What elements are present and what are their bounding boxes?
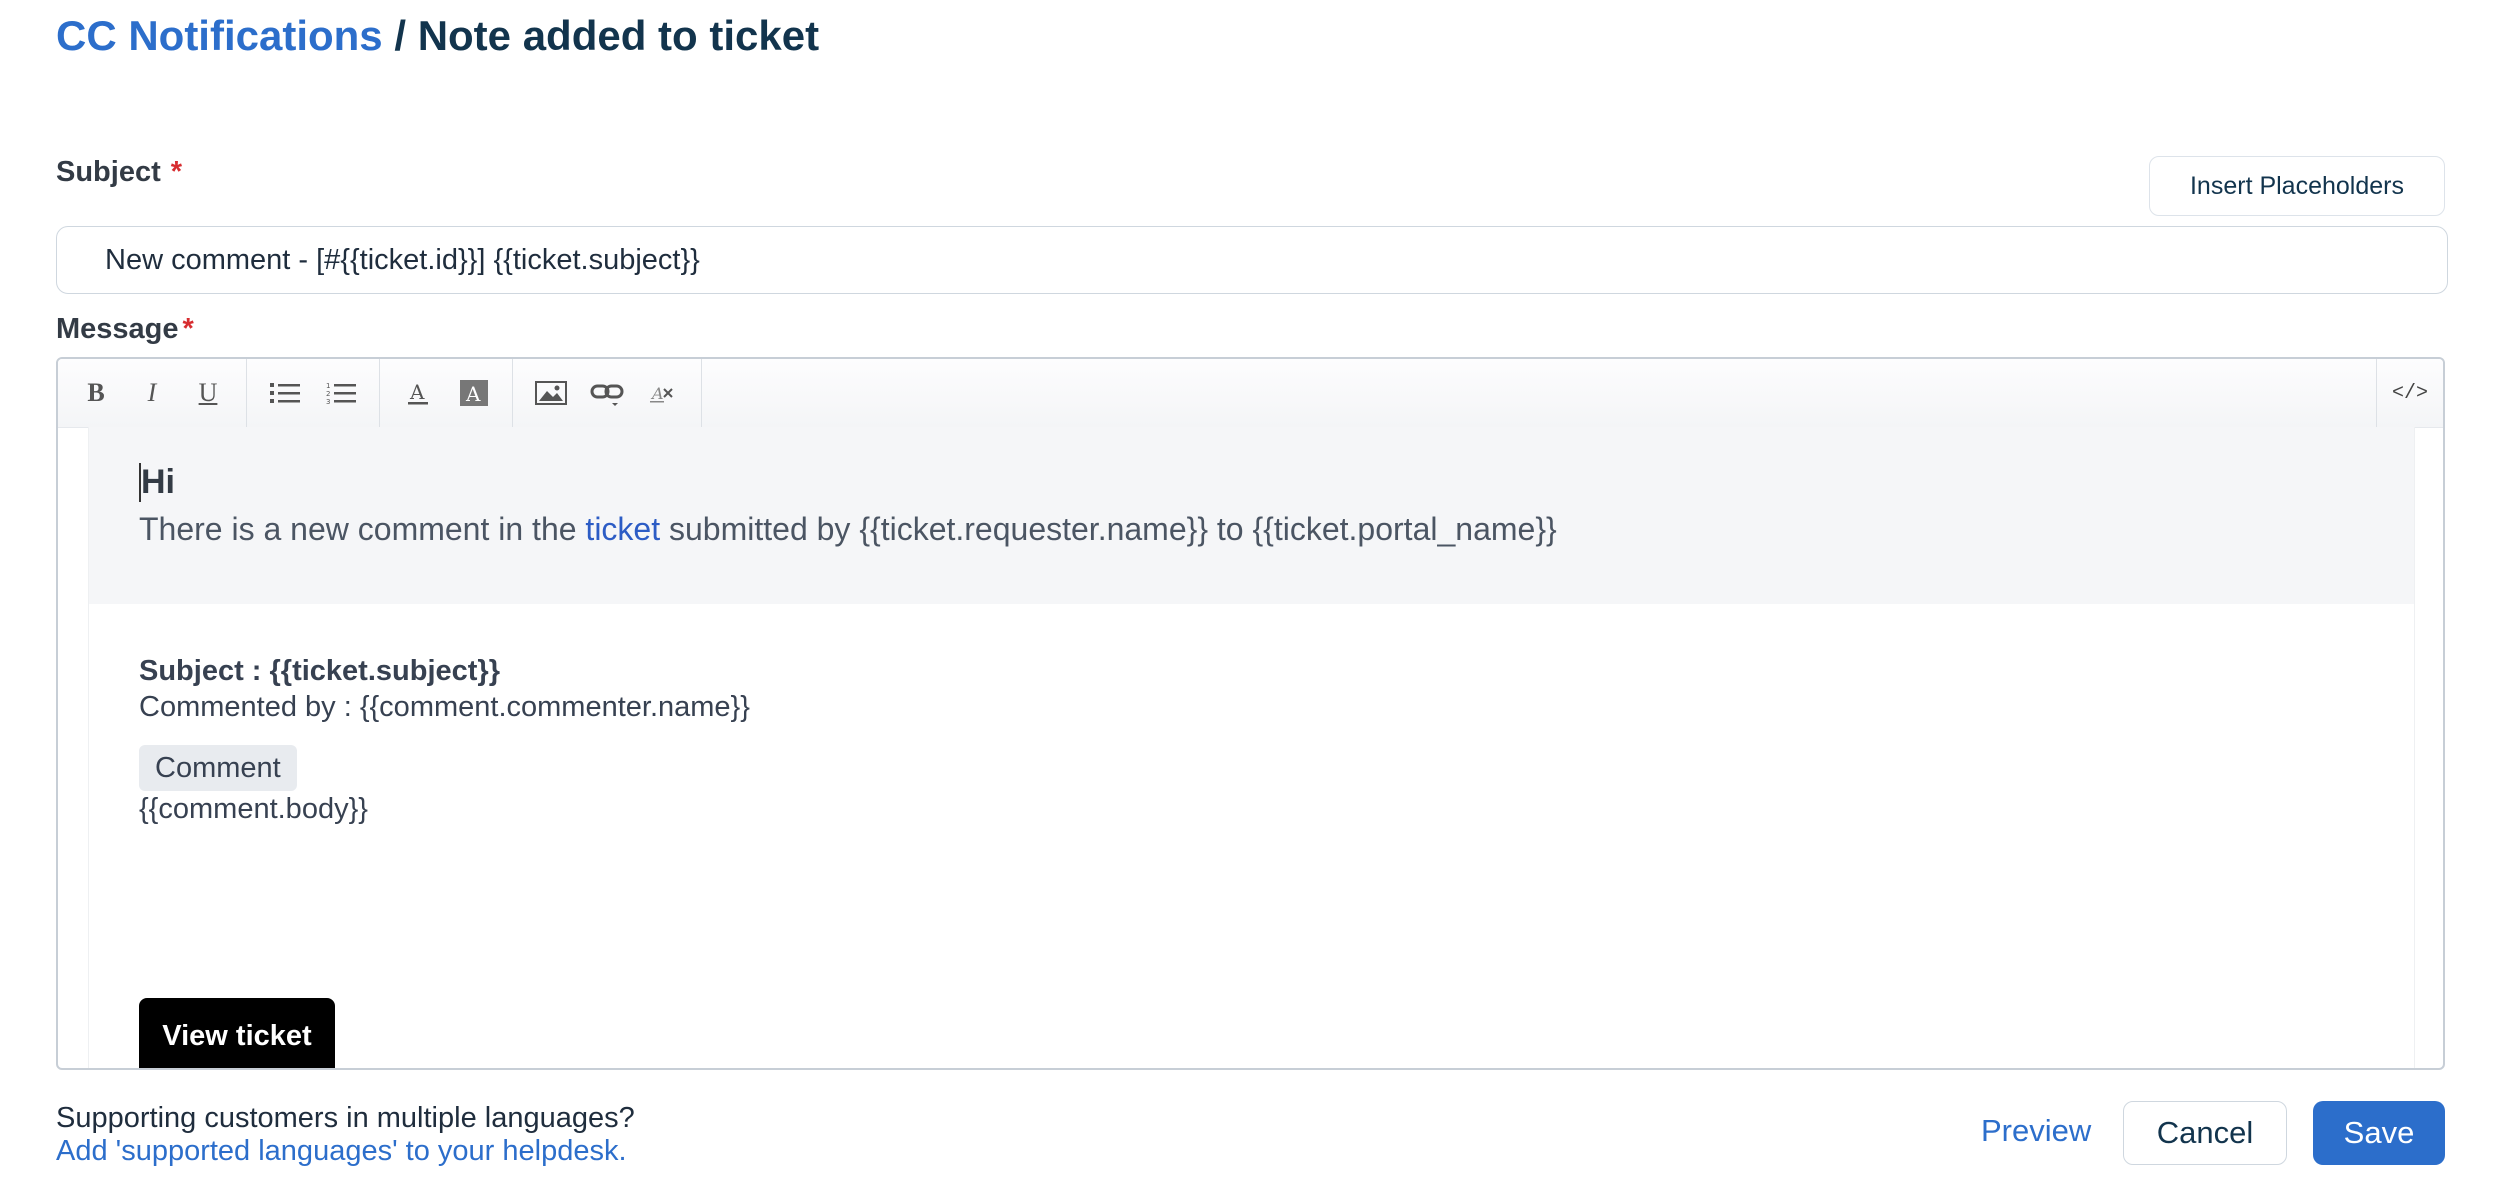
message-editor[interactable]: B I U 123 A A A </> Hi There is a new co… [56,357,2445,1070]
numbered-list-icon[interactable]: 123 [313,363,369,423]
link-icon[interactable] [579,363,635,423]
background-color-icon[interactable]: A [446,363,502,423]
bold-icon[interactable]: B [68,363,124,423]
breadcrumb-parent-link[interactable]: CC Notifications [56,12,383,59]
insert-placeholders-button[interactable]: Insert Placeholders [2149,156,2445,216]
preview-link[interactable]: Preview [1981,1113,2091,1149]
italic-icon[interactable]: I [124,363,180,423]
subject-input[interactable]: New comment - [#{{ticket.id}}] {{ticket.… [56,226,2448,294]
support-question: Supporting customers in multiple languag… [56,1102,635,1134]
subject-label-text: Subject [56,156,161,188]
toolbar-group-text-style: B I U [58,359,247,427]
svg-text:A: A [650,384,664,403]
intro-text: There is a new comment in the ticket sub… [139,511,1557,548]
underline-icon[interactable]: U [180,363,236,423]
greeting-block: Hi There is a new comment in the ticket … [89,427,2414,604]
required-marker: * [170,156,183,188]
clear-format-icon[interactable]: A [635,363,691,423]
page-title: CC Notifications / Note added to ticket [56,12,819,60]
svg-text:A: A [409,380,425,404]
subject-line: Subject : {{ticket.subject}} [139,655,500,687]
svg-text:A: A [465,382,481,406]
ticket-link[interactable]: ticket [585,511,660,547]
svg-text:1: 1 [326,382,330,390]
comment-body-placeholder: {{comment.body}} [139,793,368,825]
message-label-text: Message [56,313,179,345]
image-icon[interactable] [523,363,579,423]
greeting-text: Hi [139,463,175,502]
svg-text:3: 3 [326,398,330,404]
message-label: Message * [56,313,194,346]
editor-toolbar: B I U 123 A A A </> [58,359,2443,428]
svg-text:2: 2 [326,390,330,398]
bullet-list-icon[interactable] [257,363,313,423]
toolbar-group-lists: 123 [247,359,380,427]
toolbar-group-colors: A A [380,359,513,427]
intro-before: There is a new comment in the [139,511,586,547]
comment-tag: Comment [139,745,297,791]
breadcrumb-current: Note added to ticket [417,12,820,59]
editor-content[interactable]: Hi There is a new comment in the ticket … [88,427,2415,1068]
required-marker: * [182,313,194,345]
view-ticket-button[interactable]: View ticket [139,998,335,1068]
save-button[interactable]: Save [2313,1101,2445,1165]
cancel-button[interactable]: Cancel [2123,1101,2287,1165]
subject-label: Subject * [56,156,182,189]
supported-languages-link[interactable]: Add 'supported languages' to your helpde… [56,1135,627,1168]
code-view-icon[interactable]: </> [2376,359,2443,427]
toolbar-group-insert: A [513,359,702,427]
commented-by-line: Commented by : {{comment.commenter.name}… [139,691,750,723]
font-color-icon[interactable]: A [390,363,446,423]
intro-after: submitted by {{ticket.requester.name}} t… [660,511,1557,547]
breadcrumb-separator: / [382,12,418,59]
